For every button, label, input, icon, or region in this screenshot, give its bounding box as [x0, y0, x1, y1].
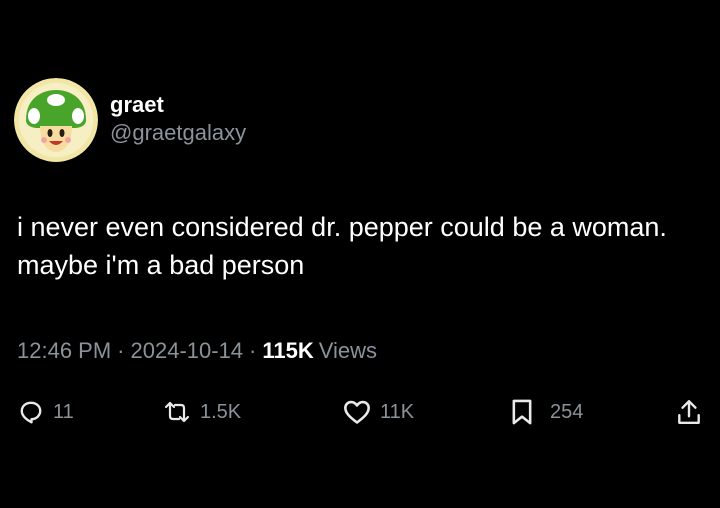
views-count: 115K [262, 338, 314, 363]
repost-button[interactable]: 1.5K [163, 392, 241, 432]
repost-icon [164, 401, 190, 423]
user-names: graet @graetgalaxy [110, 91, 246, 147]
tweet-text: i never even considered dr. pepper could… [17, 212, 667, 280]
tweet-time[interactable]: 12:46 PM [17, 338, 111, 363]
bookmark-count: 254 [550, 400, 584, 423]
like-button[interactable]: 11K [343, 392, 414, 432]
user-handle[interactable]: @graetgalaxy [110, 119, 246, 147]
share-icon [678, 400, 700, 424]
tweet-meta: 12:46 PM · 2024-10-14 · 115K Views [17, 336, 377, 366]
reply-count: 11 [53, 400, 74, 423]
display-name[interactable]: graet [110, 91, 246, 119]
bookmark-icon [512, 399, 532, 425]
reply-button[interactable]: 11 [18, 392, 74, 432]
bookmark-button[interactable]: 254 [510, 392, 583, 432]
tweet-header: graet @graetgalaxy [14, 78, 246, 162]
reply-icon [20, 401, 42, 424]
like-count: 11K [380, 400, 415, 423]
avatar[interactable] [14, 78, 98, 162]
meta-separator: · [249, 338, 257, 363]
heart-icon [344, 400, 370, 424]
share-button[interactable] [676, 392, 702, 432]
meta-separator: · [117, 338, 125, 363]
action-bar: 11 1.5K 11K 254 [0, 392, 720, 432]
repost-count: 1.5K [200, 400, 242, 423]
green-mushroom-avatar-icon [14, 78, 98, 162]
tweet-card: graet @graetgalaxy i never even consider… [0, 0, 720, 508]
tweet-date[interactable]: 2024-10-14 [131, 338, 244, 363]
views-label: Views [318, 338, 378, 363]
